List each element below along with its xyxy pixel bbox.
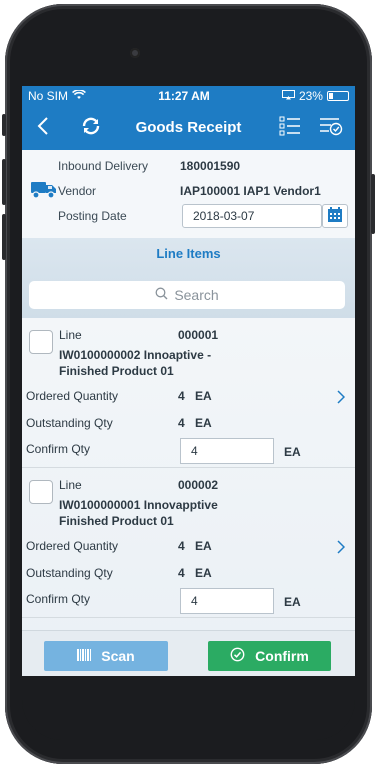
item-details-button[interactable] [334,389,348,409]
status-bar: No SIM 11:27 AM 23% [22,86,355,106]
nav-bar: Goods Receipt [22,106,355,150]
power-button [371,174,375,234]
outstanding-qty-value: 4 [178,416,185,430]
back-button[interactable] [30,106,56,150]
delivery-header: Inbound Delivery 180001590 Vendor IAP100… [22,150,355,238]
volume-up-button [2,159,6,205]
material-description: IW0100000001 Innovapptive [59,498,218,512]
ordered-quantity-unit: EA [195,389,212,403]
mute-switch [2,114,6,136]
confirm-qty-input[interactable]: 4 [180,588,274,614]
sync-button[interactable] [76,106,106,150]
scan-button-label: Scan [101,648,135,664]
item-details-button[interactable] [334,539,348,559]
material-description-cont: Finished Product 01 [59,364,174,378]
outstanding-qty-label: Outstanding Qty [26,416,113,430]
item-checkbox[interactable] [29,480,53,504]
chevron-right-icon [337,539,346,559]
line-items-title: Line Items [156,246,221,261]
confirm-button[interactable]: Confirm [208,641,331,671]
truck-icon [30,178,58,203]
carrier-text: No SIM [28,89,69,103]
confirm-qty-label: Confirm Qty [26,442,91,456]
front-camera [130,48,140,58]
material-description-cont: Finished Product 01 [59,514,174,528]
ordered-quantity-value: 4 [178,389,185,403]
line-items-list: Line 000001 IW0100000002 Innoaptive - Fi… [22,318,355,676]
battery-icon [326,91,349,101]
confirm-qty-unit: EA [284,445,301,459]
clock-text: 11:27 AM [158,89,210,103]
checklist-icon [319,116,343,141]
action-footer: Scan Confirm [22,630,355,676]
confirm-check-icon [230,647,245,665]
line-number: 000002 [178,478,219,492]
outstanding-qty-label: Outstanding Qty [26,566,113,580]
vendor-value: IAP100001 IAP1 Vendor1 [180,184,321,198]
inbound-delivery-value: 180001590 [180,159,241,173]
outstanding-qty-unit: EA [195,566,212,580]
outstanding-qty-unit: EA [195,416,212,430]
volume-down-button [2,214,6,260]
list-item[interactable]: Line 000001 IW0100000002 Innoaptive - Fi… [22,318,355,468]
vendor-label: Vendor [58,184,97,198]
ordered-quantity-value: 4 [178,539,185,553]
ordered-quantity-label: Ordered Quantity [26,539,119,553]
app-screen: No SIM 11:27 AM 23% Goods Receipt Inboun… [22,86,355,676]
line-number: 000001 [178,328,219,342]
sync-icon [80,115,102,142]
page-title: Goods Receipt [135,119,242,136]
outstanding-qty-value: 4 [178,566,185,580]
line-label: Line [59,478,82,492]
confirm-qty-unit: EA [284,595,301,609]
barcode-icon [77,648,92,664]
line-label: Line [59,328,82,342]
ordered-quantity-label: Ordered Quantity [26,389,119,403]
list-icon [279,116,301,141]
confirm-qty-label: Confirm Qty [26,592,91,606]
calendar-icon [327,206,343,226]
list-item[interactable]: Line 000002 IW0100000001 Innovapptive Fi… [22,468,355,618]
posting-date-label: Posting Date [58,209,127,223]
confirm-qty-input[interactable]: 4 [180,438,274,464]
ordered-quantity-unit: EA [195,539,212,553]
inbound-delivery-label: Inbound Delivery [58,159,149,173]
search-icon [155,287,168,303]
screen-mirror-icon [281,89,295,103]
material-description: IW0100000002 Innoaptive - [59,348,212,362]
posting-date-field[interactable]: 2018-03-07 [182,204,322,228]
wifi-icon [72,89,86,103]
search-placeholder: Search [174,287,219,303]
scan-button[interactable]: Scan [44,641,168,671]
search-input[interactable]: Search [29,281,345,309]
battery-percent-text: 23% [298,89,323,103]
back-icon [37,116,49,141]
item-checkbox[interactable] [29,330,53,354]
chevron-right-icon [337,389,346,409]
confirm-button-label: Confirm [255,648,309,664]
calendar-button[interactable] [322,204,348,228]
checklist-button[interactable] [316,106,346,150]
phone-bottom-bezel [22,680,355,740]
list-button[interactable] [276,106,304,150]
